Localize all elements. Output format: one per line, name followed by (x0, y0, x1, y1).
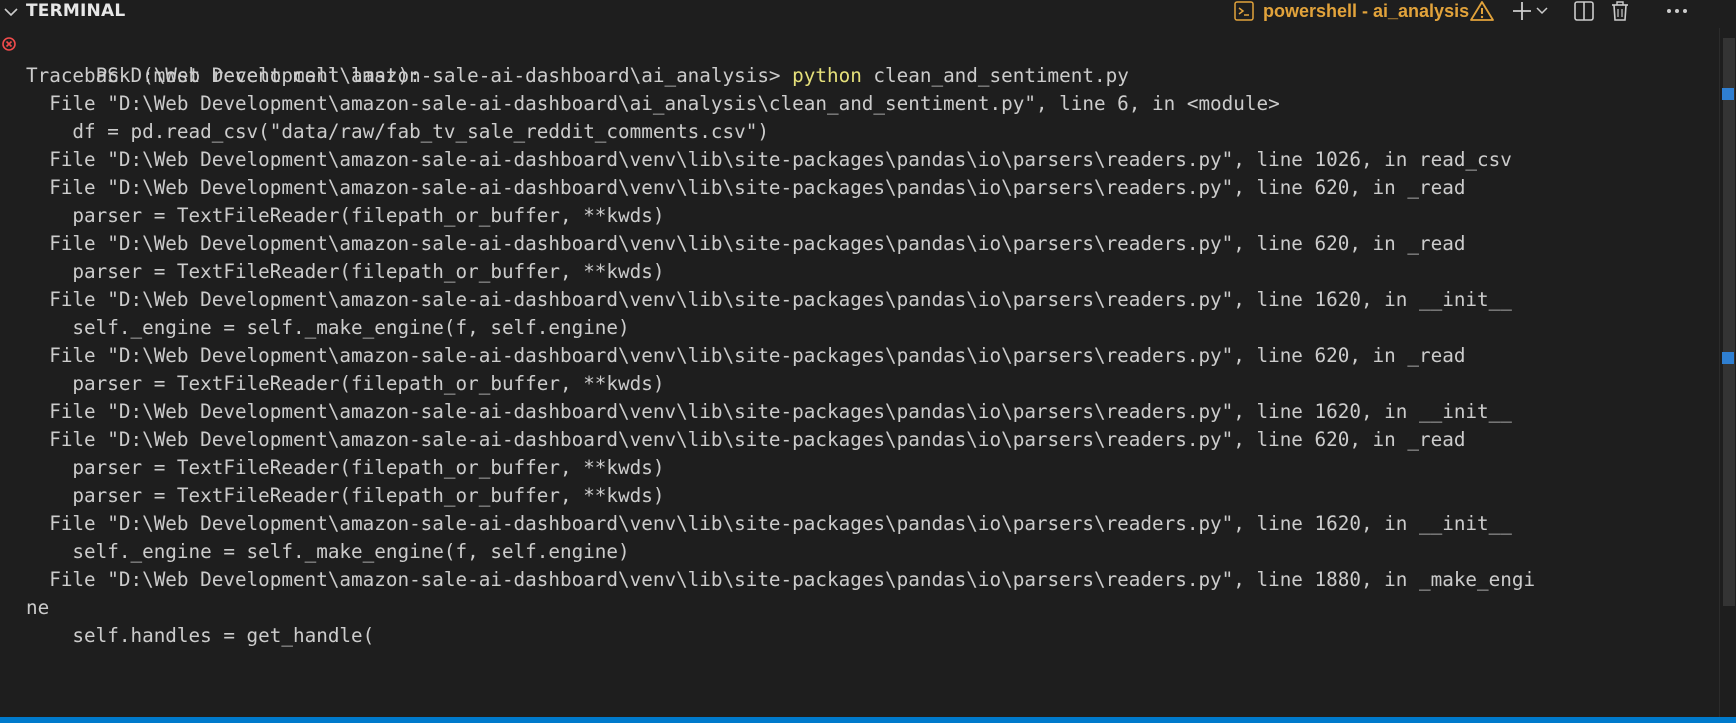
output-line: File "D:\Web Development\amazon-sale-ai-… (26, 428, 1466, 451)
panel-header: TERMINAL powershell - ai_analysis (0, 0, 1736, 28)
scrollbar-thumb[interactable] (1723, 38, 1735, 606)
scrollbar-marker (1722, 88, 1734, 100)
new-terminal-dropdown-icon[interactable] (1535, 0, 1549, 22)
output-line: File "D:\Web Development\amazon-sale-ai-… (26, 400, 1512, 423)
terminal-panel: TERMINAL powershell - ai_analysis PS D:\… (0, 0, 1736, 723)
output-line: Traceback (most recent call last): (26, 64, 421, 87)
split-icon[interactable] (1573, 0, 1595, 22)
trash-icon[interactable] (1609, 0, 1631, 22)
output-line: parser = TextFileReader(filepath_or_buff… (26, 372, 665, 395)
command-line: PS D:\Web Development\amazon-sale-ai-das… (26, 34, 1129, 87)
command-error-icon[interactable] (2, 37, 16, 51)
scrollbar-marker (1722, 352, 1734, 364)
vertical-scrollbar[interactable] (1719, 28, 1736, 717)
output-line: File "D:\Web Development\amazon-sale-ai-… (26, 232, 1466, 255)
panel-title[interactable]: TERMINAL (26, 0, 125, 22)
output-line: File "D:\Web Development\amazon-sale-ai-… (26, 512, 1512, 535)
output-line: self._engine = self._make_engine(f, self… (26, 540, 630, 563)
output-line: self.handles = get_handle( (26, 624, 375, 647)
ellipsis-icon[interactable] (1665, 0, 1689, 22)
terminal-output[interactable]: PS D:\Web Development\amazon-sale-ai-das… (0, 28, 1720, 717)
output-line: parser = TextFileReader(filepath_or_buff… (26, 484, 665, 507)
chevron-down-icon[interactable] (2, 3, 20, 21)
output-line: File "D:\Web Development\amazon-sale-ai-… (26, 288, 1512, 311)
plus-icon[interactable] (1511, 0, 1533, 22)
output-line: File "D:\Web Development\amazon-sale-ai-… (26, 148, 1512, 171)
output-line: File "D:\Web Development\amazon-sale-ai-… (26, 92, 1280, 115)
output-line: ne (26, 596, 50, 619)
terminal-toolbar: powershell - ai_analysis (1233, 0, 1736, 24)
output-line: File "D:\Web Development\amazon-sale-ai-… (26, 568, 1536, 591)
command-executable: python (792, 64, 862, 87)
output-line: File "D:\Web Development\amazon-sale-ai-… (26, 344, 1466, 367)
terminal-session-tab[interactable]: powershell - ai_analysis (1263, 0, 1469, 22)
output-line: parser = TextFileReader(filepath_or_buff… (26, 204, 665, 227)
terminal-icon (1233, 0, 1255, 22)
warning-icon[interactable] (1469, 0, 1495, 22)
command-arguments: clean_and_sentiment.py (861, 64, 1129, 87)
output-line: df = pd.read_csv("data/raw/fab_tv_sale_r… (26, 120, 769, 143)
output-line: parser = TextFileReader(filepath_or_buff… (26, 260, 665, 283)
output-line: parser = TextFileReader(filepath_or_buff… (26, 456, 665, 479)
output-line: self._engine = self._make_engine(f, self… (26, 316, 630, 339)
output-line: File "D:\Web Development\amazon-sale-ai-… (26, 176, 1466, 199)
status-bar (0, 717, 1736, 723)
